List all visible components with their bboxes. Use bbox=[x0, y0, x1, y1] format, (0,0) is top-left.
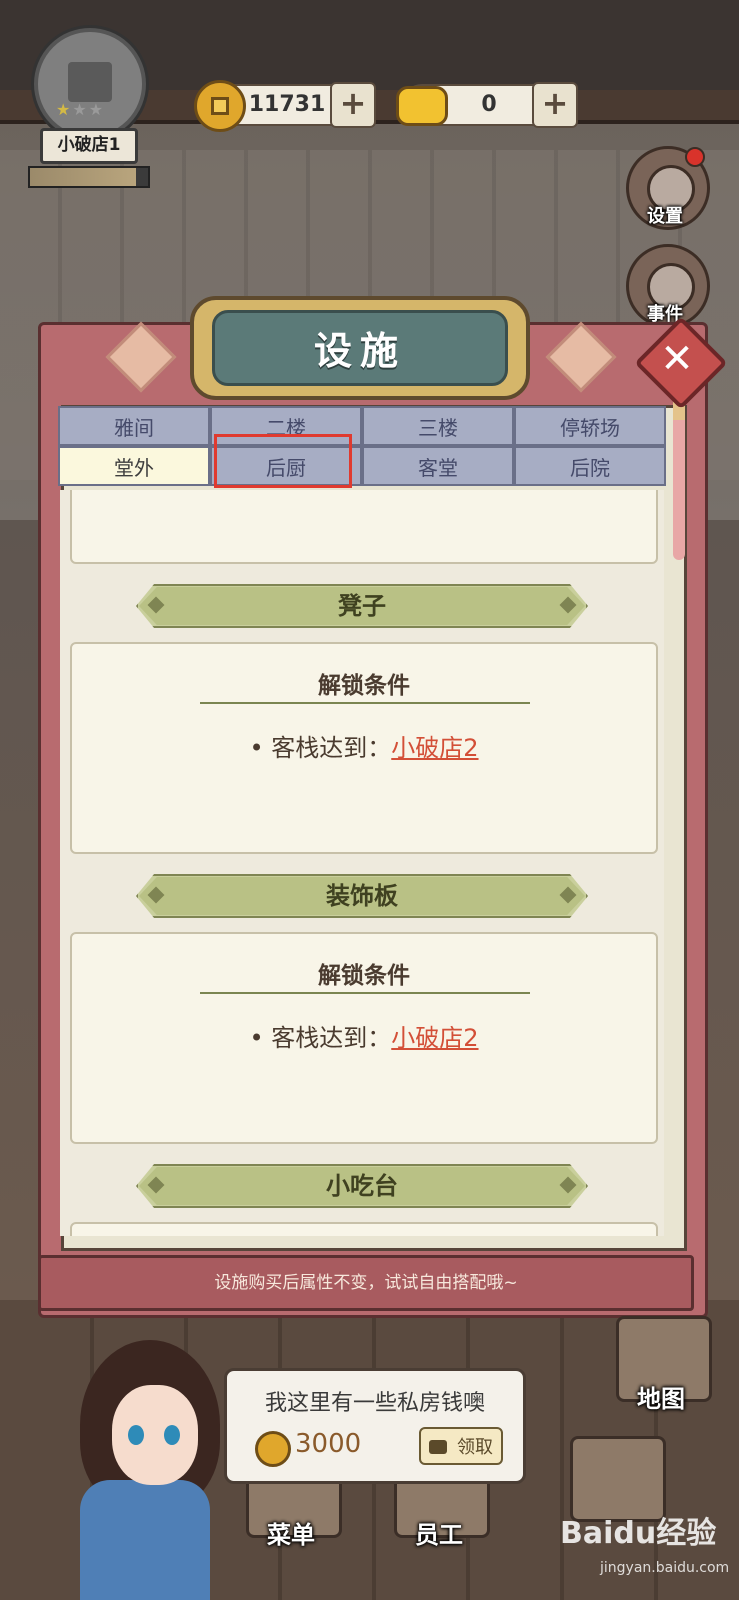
menu-label: 菜单 bbox=[267, 1521, 315, 1549]
npc-character[interactable] bbox=[40, 1330, 230, 1600]
section-header: 凳子 bbox=[136, 584, 588, 628]
tassel-decoration bbox=[673, 400, 685, 560]
unlock-condition: • 客栈达到：小破店2 bbox=[249, 1024, 479, 1052]
divider bbox=[200, 702, 530, 704]
settings-label: 设置 bbox=[647, 206, 683, 227]
panel-title-plaque: 设施 bbox=[190, 296, 530, 400]
shop-name: 小破店1 bbox=[40, 128, 138, 164]
tab-backyard[interactable]: 后院 bbox=[514, 446, 666, 486]
npc-speech-bubble: 我这里有一些私房钱噢 3000 领取 bbox=[224, 1368, 526, 1484]
copper-coin-icon bbox=[255, 1431, 291, 1467]
required-level-link[interactable]: 小破店2 bbox=[391, 734, 478, 762]
section-title-snack-stand: 小吃台 bbox=[326, 1172, 398, 1200]
close-icon[interactable]: ✕ bbox=[648, 330, 706, 388]
star-rating: ★★★ bbox=[56, 100, 106, 119]
list-item: 解锁条件 • 客栈达到：小破店2 bbox=[70, 932, 658, 1144]
unlock-condition-title: 解锁条件 bbox=[318, 673, 410, 699]
tab-parking[interactable]: 停轿场 bbox=[514, 406, 666, 446]
tab-third-floor[interactable]: 三楼 bbox=[362, 406, 514, 446]
tab-private-room[interactable]: 雅间 bbox=[58, 406, 210, 446]
gold-ingot-icon bbox=[396, 86, 448, 126]
required-level-link[interactable]: 小破店2 bbox=[391, 1024, 478, 1052]
map-button[interactable]: 地图 bbox=[606, 1310, 716, 1420]
map-label: 地图 bbox=[637, 1385, 685, 1413]
section-header: 小吃台 bbox=[136, 1164, 588, 1208]
panel-title: 设施 bbox=[313, 329, 406, 373]
ingot-amount: 0 bbox=[481, 92, 497, 117]
notification-dot bbox=[685, 147, 705, 167]
kitchen-tab-highlight bbox=[214, 434, 352, 488]
facility-list[interactable]: 凳子 解锁条件 • 客栈达到：小破店2 装饰板 解锁条件 • 客栈达到：小破店2… bbox=[60, 490, 664, 1236]
facility-tabs: 雅间 二楼 三楼 停轿场 堂外 后厨 客堂 后院 bbox=[58, 406, 666, 486]
reward-amount: 3000 bbox=[295, 1429, 362, 1459]
ingot-counter: 0 + bbox=[396, 82, 578, 128]
list-item: 解锁条件 • 客栈达到：小破店2 bbox=[70, 642, 658, 854]
divider bbox=[200, 992, 530, 994]
list-item bbox=[70, 1222, 658, 1236]
claim-button[interactable]: 领取 bbox=[419, 1427, 503, 1465]
shop-icon bbox=[34, 28, 146, 140]
add-coins-button[interactable]: + bbox=[330, 82, 376, 128]
section-title-stool: 凳子 bbox=[338, 592, 386, 620]
shop-level-badge[interactable]: ★★★ 小破店1 bbox=[28, 28, 150, 188]
section-title-decor-board: 装饰板 bbox=[326, 882, 398, 910]
npc-message: 我这里有一些私房钱噢 bbox=[264, 1391, 485, 1416]
list-item bbox=[70, 490, 658, 564]
copper-coin-icon bbox=[194, 80, 246, 132]
shop-progress-bar bbox=[28, 166, 150, 188]
tab-hall[interactable]: 客堂 bbox=[362, 446, 514, 486]
watermark-logo: Baidu经验 bbox=[560, 1516, 717, 1551]
hint-text: 设施购买后属性不变，试试自由搭配哦~ bbox=[38, 1255, 694, 1311]
section-header: 装饰板 bbox=[136, 874, 588, 918]
staff-label: 员工 bbox=[415, 1521, 463, 1549]
unlock-condition-title: 解锁条件 bbox=[318, 963, 410, 989]
watermark-url: jingyan.baidu.com bbox=[600, 1560, 730, 1576]
unlock-condition: • 客栈达到：小破店2 bbox=[249, 734, 479, 762]
coin-counter: 11731 + bbox=[194, 80, 376, 132]
tab-outside[interactable]: 堂外 bbox=[58, 446, 210, 486]
coin-amount: 11731 bbox=[248, 92, 326, 117]
video-camera-icon bbox=[429, 1440, 447, 1454]
add-ingots-button[interactable]: + bbox=[532, 82, 578, 128]
